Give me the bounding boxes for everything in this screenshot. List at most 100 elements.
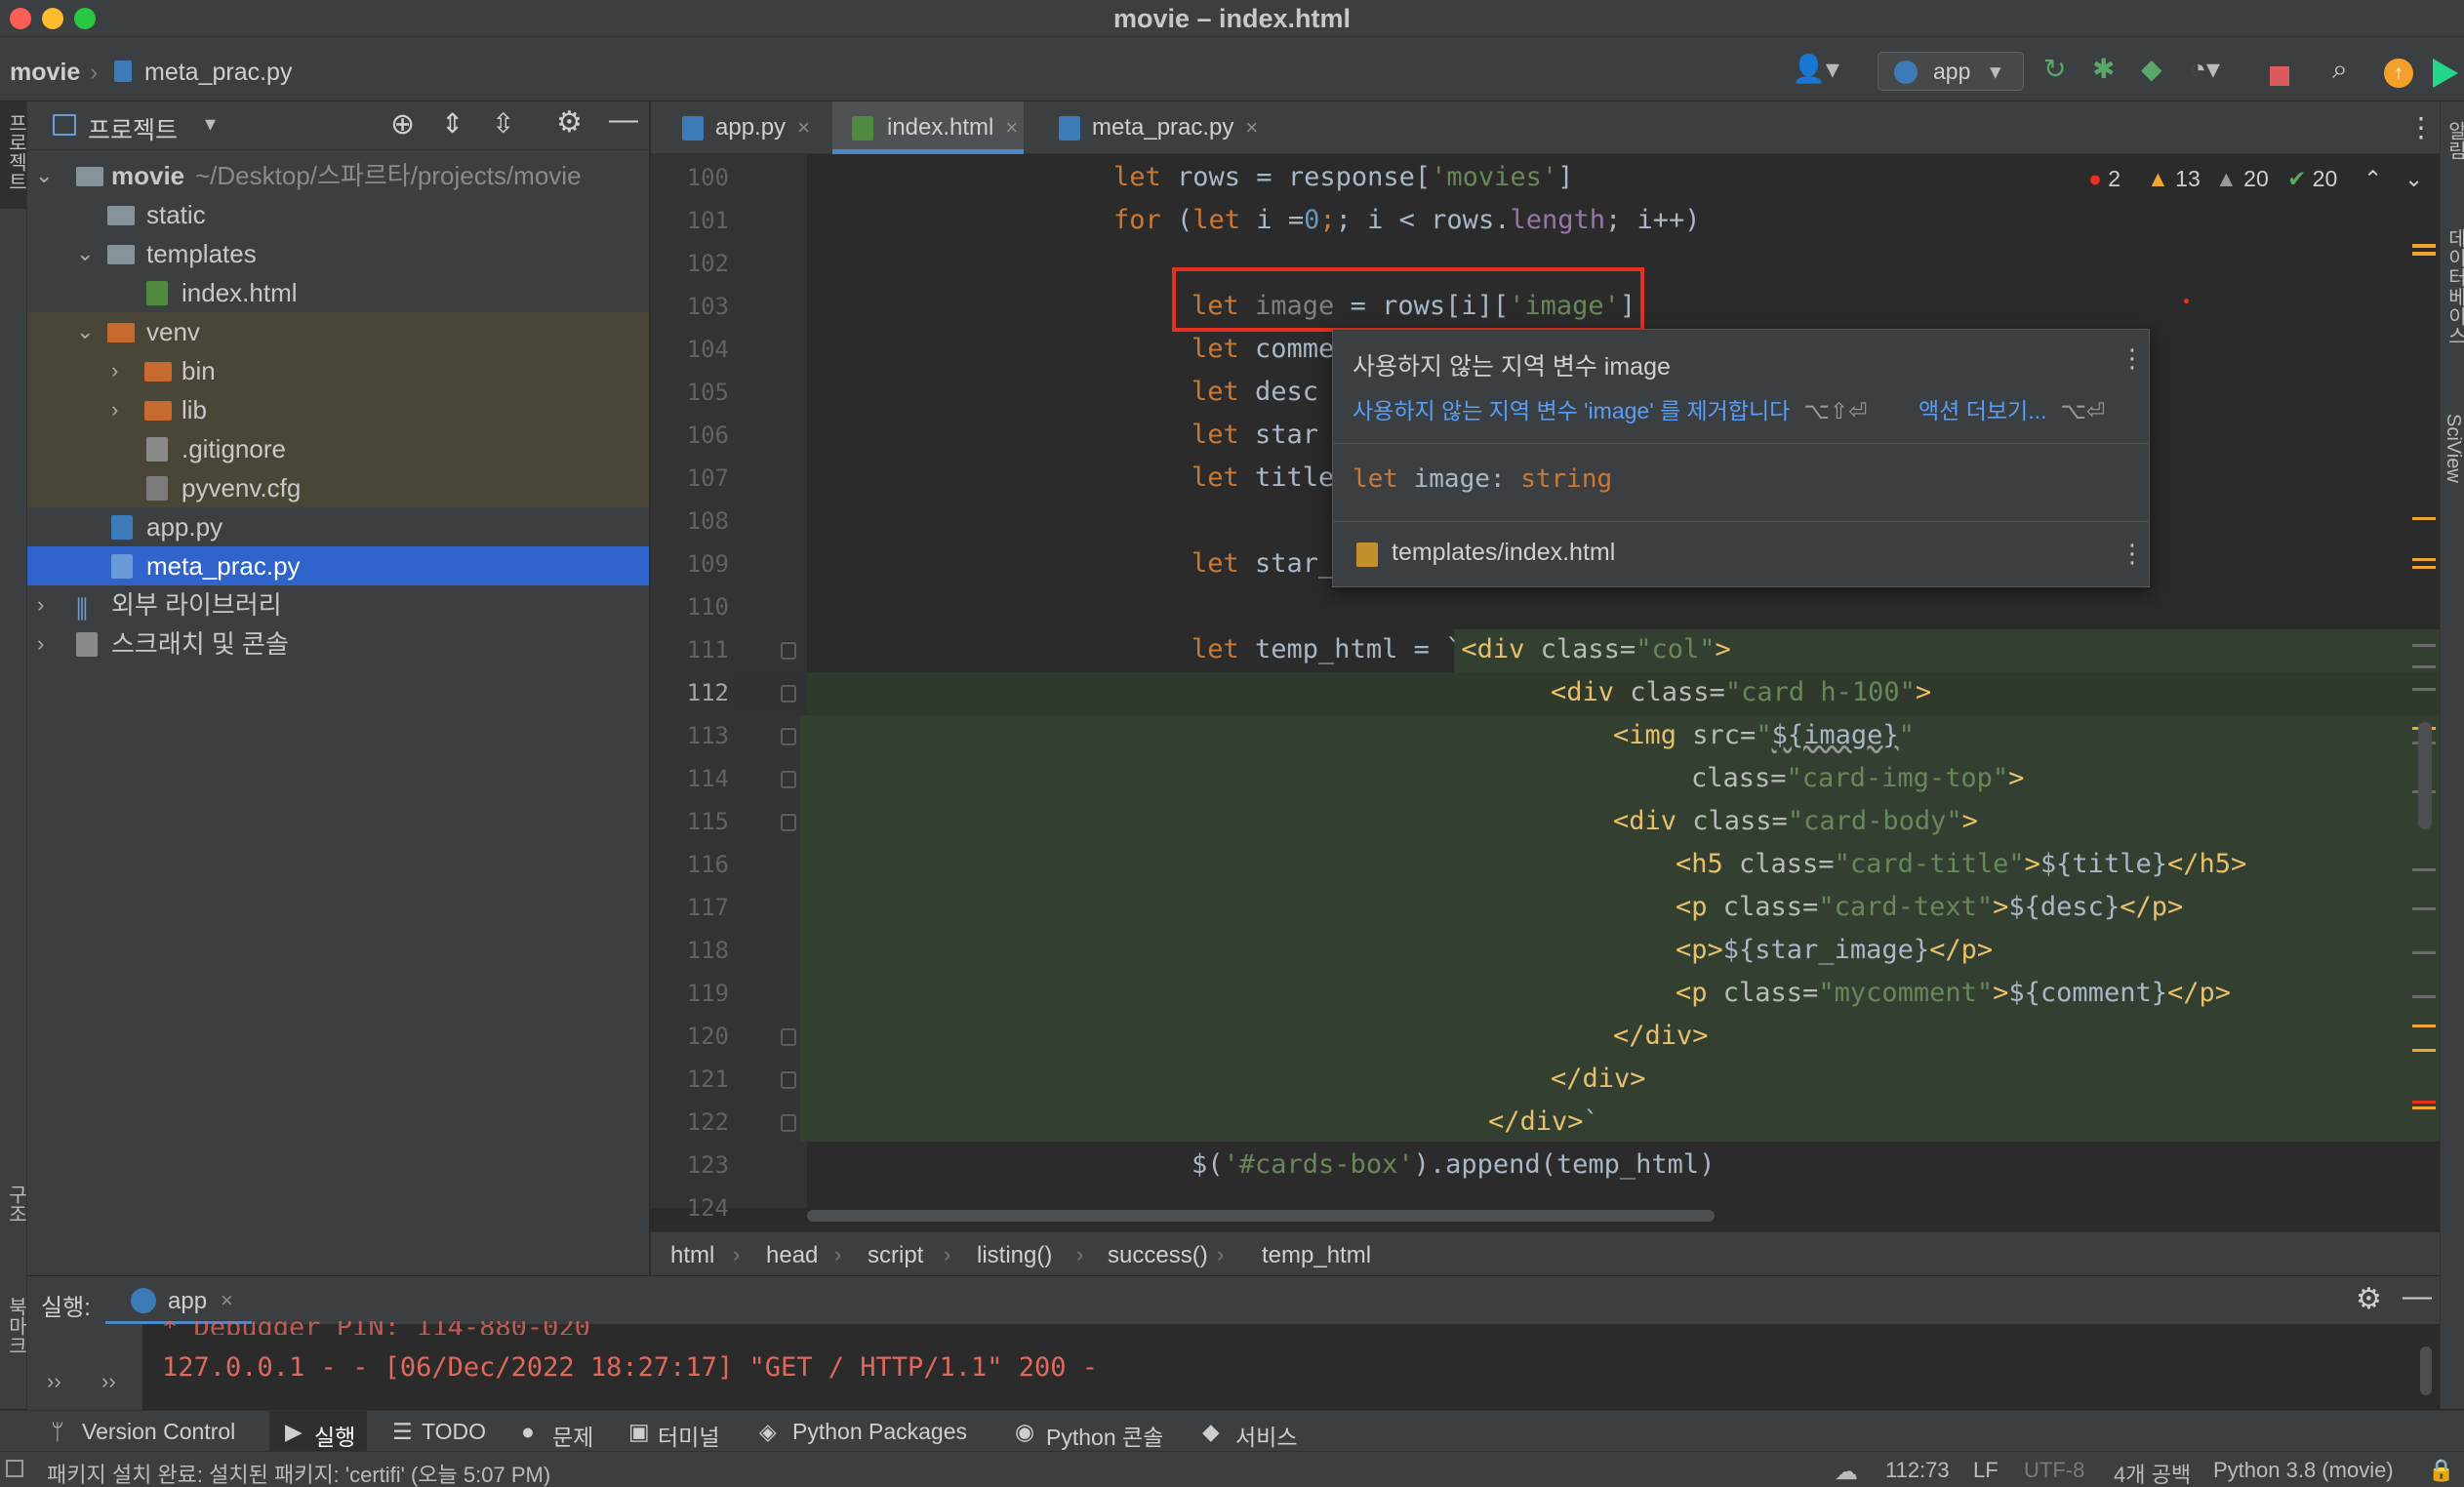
- user-icon[interactable]: 👤▾: [1792, 55, 1839, 84]
- tool-version-control[interactable]: Version Control: [82, 1419, 235, 1445]
- chevron-up-icon[interactable]: ⌃: [2363, 166, 2382, 192]
- fold-marker-icon[interactable]: [781, 685, 796, 703]
- coverage-icon[interactable]: ◆: [2141, 55, 2162, 84]
- cloud-icon[interactable]: ☁: [1835, 1458, 1858, 1486]
- python-interpreter[interactable]: Python 3.8 (movie): [2213, 1458, 2394, 1483]
- hide-panel-icon[interactable]: —: [609, 103, 638, 137]
- more-actions-link[interactable]: 액션 더보기... ⌥⏎: [1919, 392, 2105, 425]
- tab-meta-prac-py[interactable]: meta_prac.py ×: [1037, 101, 1258, 154]
- tree-item-index-html[interactable]: index.html: [27, 273, 649, 312]
- lock-icon[interactable]: 🔒: [2428, 1458, 2454, 1483]
- project-tool-button[interactable]: 프로젝트: [2, 113, 30, 191]
- notifications-tool-button[interactable]: 알림: [2442, 121, 2464, 160]
- run-config-select[interactable]: app ▾: [1878, 52, 2024, 91]
- project-panel-title[interactable]: 프로젝트: [88, 111, 178, 146]
- error-count[interactable]: ● 2: [2088, 166, 2121, 192]
- tree-item-bin[interactable]: › bin: [27, 351, 649, 390]
- close-icon[interactable]: ×: [221, 1288, 233, 1313]
- more-icon[interactable]: ⋮: [2120, 343, 2145, 374]
- chevron-right-icon[interactable]: ›: [111, 351, 118, 390]
- tool-services[interactable]: 서비스: [1235, 1419, 1297, 1452]
- tree-item-templates[interactable]: ⌄ templates: [27, 234, 649, 273]
- chevron-down-icon[interactable]: ⌄: [76, 234, 94, 273]
- tool-python-packages[interactable]: Python Packages: [792, 1419, 967, 1445]
- update-icon[interactable]: ↑: [2384, 59, 2413, 88]
- warning-count[interactable]: ▲ 13: [2147, 166, 2201, 192]
- hide-panel-icon[interactable]: —: [2403, 1280, 2432, 1313]
- structure-tool-button[interactable]: 구조: [2, 1185, 30, 1224]
- breadcrumb-success[interactable]: success(): [1108, 1242, 1208, 1269]
- weak-warning-count[interactable]: ▲ 20: [2215, 166, 2269, 192]
- typo-count[interactable]: ✔ 20: [2287, 166, 2337, 192]
- tree-item-app-py[interactable]: app.py: [27, 507, 649, 546]
- breadcrumb-temp-html[interactable]: temp_html: [1262, 1242, 1371, 1269]
- chevron-down-icon[interactable]: ▾: [205, 111, 216, 137]
- search-icon[interactable]: ⌕: [2332, 55, 2348, 84]
- indent-setting[interactable]: 4개 공백: [2114, 1458, 2191, 1487]
- console-scrollbar[interactable]: [2420, 1346, 2432, 1395]
- close-icon[interactable]: ×: [797, 115, 810, 140]
- fold-marker-icon[interactable]: [781, 1071, 796, 1089]
- chevron-right-icon[interactable]: ›: [37, 585, 44, 624]
- profile-icon[interactable]: ◔▾: [2190, 55, 2220, 84]
- expand-all-icon[interactable]: ⇕: [441, 107, 464, 140]
- tree-item-meta-prac-py[interactable]: meta_prac.py: [27, 546, 649, 585]
- remove-variable-action[interactable]: 사용하지 않는 지역 변수 'image' 를 제거합니다 ⌥⇧⏎: [1353, 392, 1867, 425]
- file-encoding[interactable]: UTF-8: [2024, 1458, 2084, 1483]
- tree-item-pyvenv-cfg[interactable]: pyvenv.cfg: [27, 468, 649, 507]
- tab-index-html[interactable]: index.html ×: [832, 101, 1024, 154]
- collapse-all-icon[interactable]: ⇳: [492, 107, 514, 140]
- tree-item-venv[interactable]: ⌄ venv: [27, 312, 649, 351]
- nav-project[interactable]: movie: [10, 59, 80, 87]
- tool-run[interactable]: 실행: [314, 1419, 355, 1452]
- more-icon[interactable]: ⋮: [2120, 539, 2145, 569]
- breadcrumb-head[interactable]: head: [766, 1242, 818, 1269]
- tool-python-console[interactable]: Python 콘솔: [1046, 1419, 1163, 1452]
- tree-item-scratches[interactable]: › 스크래치 및 콘솔: [27, 624, 649, 663]
- chevron-right-icon[interactable]: ›: [111, 390, 118, 429]
- nav-file[interactable]: meta_prac.py: [144, 59, 292, 87]
- expand-icon[interactable]: ››: [47, 1369, 61, 1394]
- close-icon[interactable]: ×: [1005, 115, 1018, 140]
- chevron-down-icon[interactable]: ⌄: [35, 156, 53, 195]
- breadcrumb-script[interactable]: script: [868, 1242, 923, 1269]
- breadcrumb-html[interactable]: html: [670, 1242, 714, 1269]
- tool-terminal[interactable]: 터미널: [658, 1419, 719, 1452]
- jetbrains-icon[interactable]: [2433, 59, 2458, 88]
- tool-todo[interactable]: TODO: [422, 1419, 486, 1445]
- fold-marker-icon[interactable]: [781, 728, 796, 745]
- run-tab-app[interactable]: app ×: [105, 1276, 252, 1325]
- window-icon[interactable]: [6, 1460, 23, 1477]
- vertical-scrollbar[interactable]: [2418, 722, 2432, 829]
- tree-item-movie[interactable]: ⌄ movie ~/Desktop/스파르타/projects/movie: [27, 156, 649, 195]
- tree-item-static[interactable]: static: [27, 195, 649, 234]
- chevron-down-icon[interactable]: ⌄: [76, 312, 94, 351]
- tree-item-external-libraries[interactable]: › ⫼ 외부 라이브러리: [27, 585, 649, 624]
- close-icon[interactable]: ×: [1245, 115, 1258, 140]
- database-tool-button[interactable]: 데이터베이스: [2442, 228, 2464, 345]
- horizontal-scrollbar[interactable]: [807, 1210, 1715, 1222]
- rerun-icon[interactable]: ↻: [2043, 55, 2066, 84]
- breadcrumb-listing[interactable]: listing(): [977, 1242, 1052, 1269]
- fold-marker-icon[interactable]: [781, 814, 796, 831]
- tool-problems[interactable]: 문제: [552, 1419, 593, 1452]
- line-separator[interactable]: LF: [1973, 1458, 1999, 1483]
- fold-marker-icon[interactable]: [781, 642, 796, 660]
- chevron-down-icon[interactable]: ⌄: [2404, 166, 2423, 192]
- more-icon[interactable]: ⋮: [2407, 111, 2435, 143]
- fold-marker-icon[interactable]: [781, 771, 796, 788]
- expand-icon[interactable]: ››: [101, 1369, 116, 1394]
- tree-item-gitignore[interactable]: .gitignore: [27, 429, 649, 468]
- popup-file-link[interactable]: templates/index.html: [1392, 539, 1615, 567]
- debug-icon[interactable]: ✱: [2092, 55, 2115, 84]
- bookmarks-tool-button[interactable]: 북마크: [2, 1297, 30, 1355]
- chevron-right-icon[interactable]: ›: [37, 624, 44, 663]
- sciview-tool-button[interactable]: SciView: [2442, 414, 2464, 483]
- tree-item-lib[interactable]: › lib: [27, 390, 649, 429]
- status-message[interactable]: 패키지 설치 완료: 설치된 패키지: 'certifi' (오늘 5:07 P…: [47, 1458, 550, 1487]
- stop-icon[interactable]: [2270, 66, 2289, 86]
- gear-icon[interactable]: ⚙: [2356, 1282, 2382, 1316]
- gear-icon[interactable]: ⚙: [556, 105, 583, 140]
- caret-position[interactable]: 112:73: [1885, 1458, 1950, 1483]
- locate-icon[interactable]: ⊕: [390, 107, 415, 141]
